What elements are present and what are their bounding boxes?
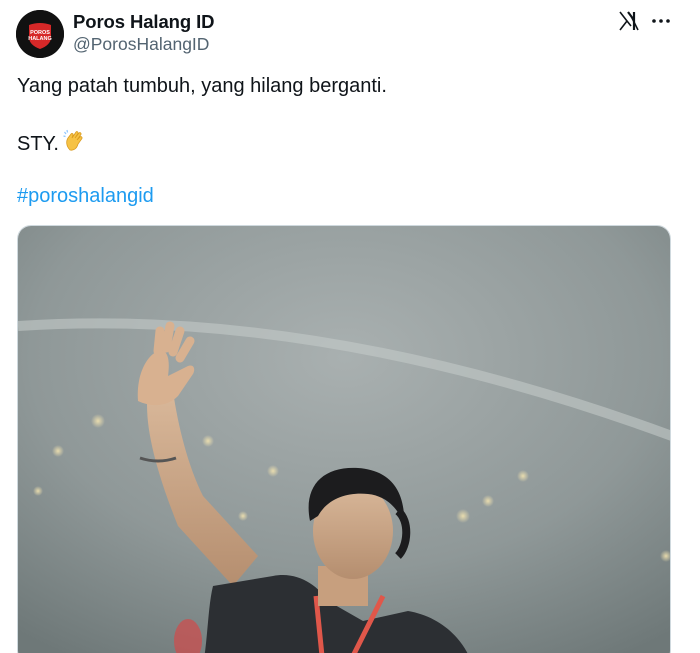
tweet-text-sty: STY. [17, 133, 59, 155]
tweet-card: POROS HALANG Poros Halang ID @PorosHalan… [0, 0, 700, 653]
tweet-text-line: Yang patah tumbuh, yang hilang berganti. [17, 75, 387, 97]
clapping-hands-icon [63, 128, 87, 154]
display-name[interactable]: Poros Halang ID [73, 11, 214, 33]
hashtag-link[interactable]: #poroshalangid [17, 183, 154, 209]
tweet-header: POROS HALANG Poros Halang ID @PorosHalan… [16, 10, 684, 60]
user-handle[interactable]: @PorosHalangID [73, 33, 214, 55]
tweet-text-line: STY. [17, 128, 87, 157]
photo-image [18, 226, 670, 653]
avatar-logo: POROS HALANG [16, 10, 64, 58]
author-info: Poros Halang ID @PorosHalangID [73, 11, 214, 55]
avatar-text-bottom: HALANG [28, 36, 52, 42]
more-options-icon[interactable] [649, 10, 673, 32]
avatar[interactable]: POROS HALANG [16, 10, 64, 58]
tweet-photo[interactable] [17, 225, 671, 653]
x-logo-icon[interactable] [618, 10, 640, 32]
